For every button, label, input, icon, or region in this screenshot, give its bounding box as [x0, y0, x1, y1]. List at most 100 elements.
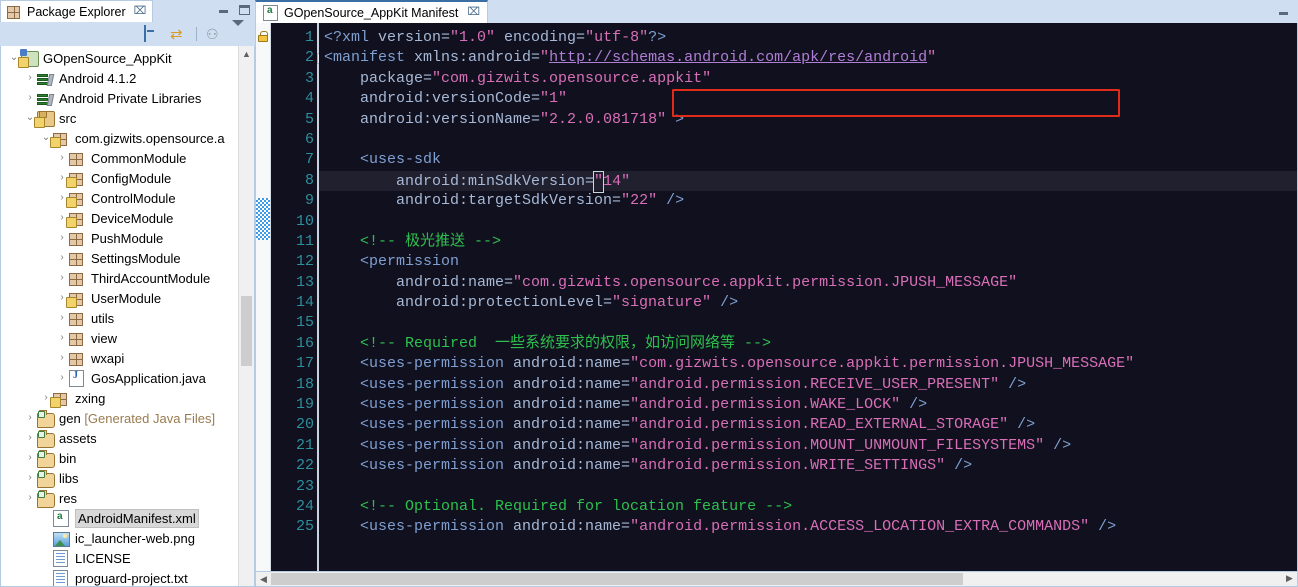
twisty-icon[interactable]: › — [55, 368, 69, 388]
twisty-icon[interactable]: › — [23, 88, 37, 108]
tree-item[interactable]: › ThirdAccountModule — [1, 268, 238, 288]
tree-item[interactable]: › UserModule — [1, 288, 238, 308]
scroll-left-arrow[interactable]: ◀ — [256, 574, 271, 585]
line-number: 9 — [304, 192, 314, 210]
twisty-icon[interactable]: › — [55, 228, 69, 248]
close-icon[interactable]: ⌧ — [134, 6, 147, 17]
tree-item[interactable]: › bin — [1, 448, 238, 468]
code-line[interactable] — [319, 130, 1297, 150]
editor-minimize-icon[interactable] — [1277, 5, 1290, 18]
annotation-ruler[interactable] — [256, 23, 271, 571]
code-line[interactable]: android:versionName="2.2.0.081718" > — [319, 110, 1297, 130]
code-line[interactable]: <permission — [319, 252, 1297, 272]
twisty-icon[interactable]: › — [55, 328, 69, 348]
tree-item[interactable]: ⌄ com.gizwits.opensource.a — [1, 128, 238, 148]
tree-item[interactable]: ⌄ GOpenSource_AppKit — [1, 48, 238, 68]
code-line[interactable] — [319, 313, 1297, 333]
tree-item[interactable]: › libs — [1, 468, 238, 488]
twisty-icon[interactable]: › — [55, 148, 69, 168]
tree-item[interactable]: › DeviceModule — [1, 208, 238, 228]
twisty-icon[interactable]: › — [55, 348, 69, 368]
scroll-thumb[interactable] — [241, 296, 252, 366]
code-line[interactable]: <uses-permission android:name="android.p… — [319, 456, 1297, 476]
line-number: 22 — [295, 457, 314, 475]
tree-item[interactable]: › GosApplication.java — [1, 368, 238, 388]
tree-item[interactable]: › Android 4.1.2 — [1, 68, 238, 88]
library-icon — [37, 90, 56, 106]
tree-item[interactable]: › CommonModule — [1, 148, 238, 168]
tree-item[interactable]: › ControlModule — [1, 188, 238, 208]
tree-item[interactable]: › view — [1, 328, 238, 348]
code-line[interactable]: <uses-permission android:name="android.p… — [319, 517, 1297, 537]
code-line[interactable]: <uses-permission android:name="com.gizwi… — [319, 354, 1297, 374]
tree-item[interactable]: proguard-project.txt — [1, 568, 238, 586]
twisty-icon[interactable]: › — [55, 268, 69, 288]
code-line[interactable]: <uses-permission android:name="android.p… — [319, 395, 1297, 415]
tree-item[interactable]: › assets — [1, 428, 238, 448]
tree-item[interactable]: AndroidManifest.xml — [1, 508, 238, 528]
project-tree[interactable]: ⌄ GOpenSource_AppKit › Android 4.1.2 › Androi… — [1, 46, 238, 586]
code-text-area[interactable]: <?xml version="1.0" encoding="utf-8"?> <m… — [319, 23, 1297, 571]
code-line[interactable]: <manifest xmlns:android="http://schemas.… — [319, 48, 1297, 68]
tree-item[interactable]: › Android Private Libraries — [1, 88, 238, 108]
twisty-icon[interactable]: › — [23, 488, 37, 508]
focus-task-icon[interactable]: ⚇ — [206, 26, 223, 43]
twisty-icon[interactable]: › — [23, 68, 37, 88]
code-line[interactable]: package="com.gizwits.opensource.appkit" — [319, 69, 1297, 89]
code-line[interactable]: <uses-permission android:name="android.p… — [319, 375, 1297, 395]
tab-package-explorer[interactable]: Package Explorer ⌧ — [0, 0, 153, 22]
tree-item[interactable]: › zxing — [1, 388, 238, 408]
text-icon — [53, 549, 72, 567]
code-line[interactable]: <!-- Optional. Required for location fea… — [319, 497, 1297, 517]
tree-item[interactable]: ⌄ src — [1, 108, 238, 128]
scroll-up-arrow[interactable]: ▲ — [239, 46, 254, 61]
tree-item[interactable]: › ConfigModule — [1, 168, 238, 188]
code-line[interactable]: <uses-permission android:name="android.p… — [319, 415, 1297, 435]
twisty-icon[interactable]: › — [23, 408, 37, 428]
tree-item[interactable]: › SettingsModule — [1, 248, 238, 268]
code-token: /> — [1008, 416, 1036, 434]
hscroll-track[interactable] — [271, 572, 1282, 586]
line-number: 23 — [295, 477, 314, 495]
package-explorer-view: Package Explorer ⌧ ⇄ ⚇ ⌄ GOpenSource_AppK… — [0, 0, 255, 587]
code-line[interactable]: <!-- Required 一些系统要求的权限，如访问网络等 --> — [319, 334, 1297, 354]
twisty-icon[interactable]: › — [23, 448, 37, 468]
code-line[interactable]: android:versionCode="1" — [319, 89, 1297, 109]
tree-item[interactable]: › wxapi — [1, 348, 238, 368]
code-line[interactable]: android:minSdkVersion="14" — [319, 170, 1297, 194]
tree-item[interactable]: › res — [1, 488, 238, 508]
collapse-all-icon[interactable] — [144, 24, 161, 43]
twisty-icon[interactable]: › — [55, 248, 69, 268]
minimize-icon[interactable] — [217, 3, 230, 16]
editor-area: a GOpenSource_AppKit Manifest ⌧ 12345678… — [255, 0, 1298, 587]
twisty-icon[interactable]: › — [23, 468, 37, 488]
tree-item[interactable]: › gen [Generated Java Files] — [1, 408, 238, 428]
tree-item[interactable]: LICENSE — [1, 548, 238, 568]
tab-androidmanifest-editor[interactable]: a GOpenSource_AppKit Manifest ⌧ — [255, 0, 488, 23]
maximize-icon[interactable] — [238, 3, 251, 16]
twisty-icon[interactable]: › — [23, 428, 37, 448]
code-line[interactable]: android:protectionLevel="signature" /> — [319, 293, 1297, 313]
editor-horizontal-scrollbar[interactable]: ◀ ▶ — [255, 572, 1298, 587]
code-line[interactable]: <uses-sdk — [319, 150, 1297, 170]
tree-item[interactable]: › PushModule — [1, 228, 238, 248]
code-line[interactable] — [319, 477, 1297, 497]
hscroll-thumb[interactable] — [271, 573, 963, 585]
tree-item[interactable]: ic_launcher-web.png — [1, 528, 238, 548]
code-line[interactable]: android:targetSdkVersion="22" /> — [319, 191, 1297, 211]
view-menu-icon[interactable] — [232, 19, 249, 43]
code-line[interactable] — [319, 212, 1297, 232]
code-token: "com.gizwits.opensource.appkit.permissio… — [630, 355, 1135, 373]
code-line[interactable]: <!-- 极光推送 --> — [319, 232, 1297, 252]
scroll-right-arrow[interactable]: ▶ — [1282, 572, 1297, 585]
link-with-editor-icon[interactable]: ⇄ — [170, 26, 187, 43]
package-explorer-tabrow: Package Explorer ⌧ — [0, 0, 255, 22]
close-icon[interactable]: ⌧ — [467, 7, 480, 18]
tree-item[interactable]: › utils — [1, 308, 238, 328]
code-line[interactable]: <?xml version="1.0" encoding="utf-8"?> — [319, 28, 1297, 48]
code-line[interactable]: <uses-permission android:name="android.p… — [319, 436, 1297, 456]
twisty-icon[interactable]: › — [55, 308, 69, 328]
folder-icon — [37, 409, 56, 428]
tree-vertical-scrollbar[interactable]: ▲ — [238, 46, 254, 586]
code-line[interactable]: android:name="com.gizwits.opensource.app… — [319, 273, 1297, 293]
